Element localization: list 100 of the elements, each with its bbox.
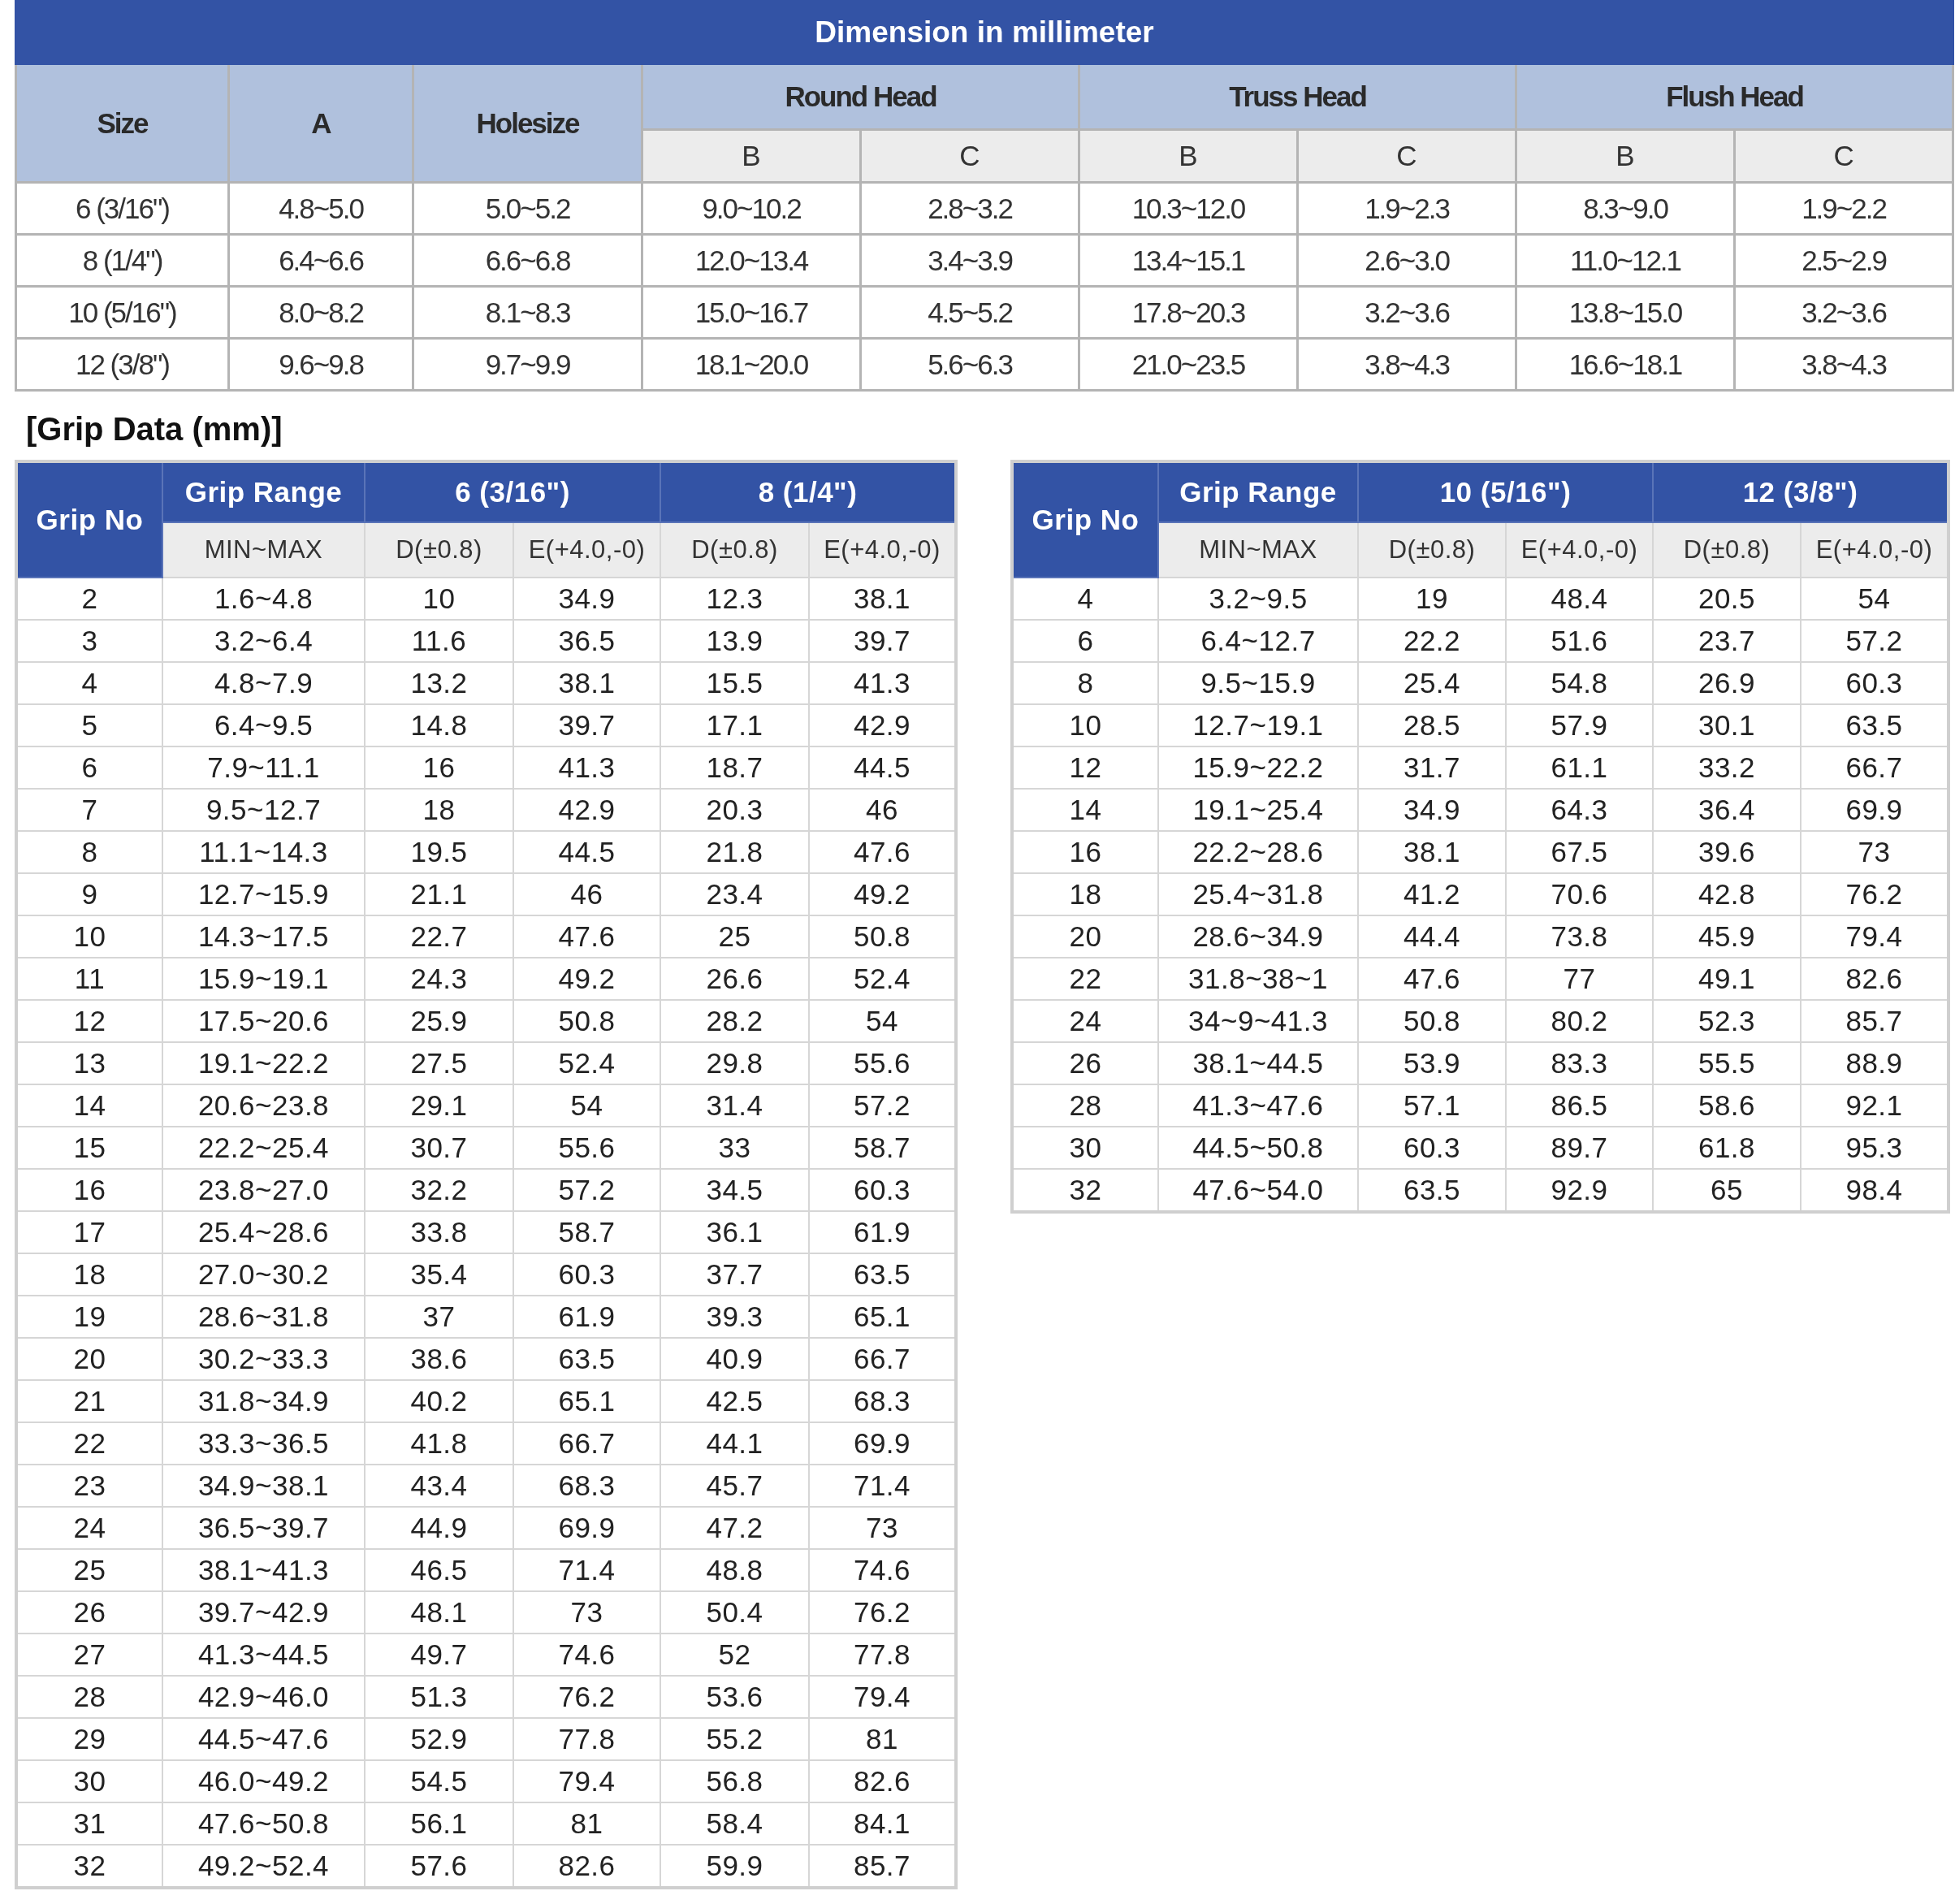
table-cell: 31.4 [660, 1084, 809, 1127]
table-cell: 52.4 [513, 1042, 660, 1084]
table-cell: 44.9 [365, 1507, 513, 1549]
table-cell: 13.2 [365, 662, 513, 704]
table-cell: 13.9 [660, 620, 809, 662]
table-cell: 5 [16, 704, 162, 746]
table-cell: 13.8~15.0 [1516, 286, 1735, 339]
table-cell: 52.9 [365, 1718, 513, 1760]
table-cell: 15.9~22.2 [1158, 746, 1358, 789]
table-cell: 19 [16, 1296, 162, 1338]
table-cell: 12 [16, 1000, 162, 1042]
table-cell: 21.1 [365, 873, 513, 915]
table-cell: 14 [1012, 789, 1158, 831]
table-cell: 74.6 [513, 1634, 660, 1676]
table-cell: 18.7 [660, 746, 809, 789]
table-cell: 68.3 [513, 1465, 660, 1507]
table-cell: 58.6 [1653, 1084, 1801, 1127]
table-cell: 28 [16, 1676, 162, 1718]
column-header: MIN~MAX [1158, 522, 1358, 578]
table-cell: 34.5 [660, 1169, 809, 1211]
table-cell: 17 [16, 1211, 162, 1253]
table-cell: 14.3~17.5 [162, 915, 365, 958]
table-cell: 44.5 [513, 831, 660, 873]
table-cell: 16 [365, 746, 513, 789]
table-cell: 21.0~23.5 [1079, 338, 1298, 391]
table-cell: 16 [16, 1169, 162, 1211]
table-cell: 4 [1012, 578, 1158, 620]
column-header: E(+4.0,-0) [1801, 522, 1949, 578]
table-cell: 41.3~47.6 [1158, 1084, 1358, 1127]
column-header: E(+4.0,-0) [809, 522, 956, 578]
table-cell: 3.2~6.4 [162, 620, 365, 662]
column-header: C [1734, 129, 1953, 183]
table-cell: 13 [16, 1042, 162, 1084]
table-cell: 39.7~42.9 [162, 1591, 365, 1634]
table-cell: 3.2~3.6 [1734, 286, 1953, 339]
table-cell: 48.1 [365, 1591, 513, 1634]
table-cell: 10 (5/16") [15, 286, 229, 339]
table-cell: 38.1 [513, 662, 660, 704]
table-cell: 2 [16, 578, 162, 620]
table-cell: 44.1 [660, 1422, 809, 1465]
table-cell: 42.9~46.0 [162, 1676, 365, 1718]
column-header: Grip Range [1158, 461, 1358, 522]
table-cell: 34.9 [1358, 789, 1506, 831]
table-cell: 9.5~15.9 [1158, 662, 1358, 704]
table-cell: 66.7 [513, 1422, 660, 1465]
table-cell: 27.5 [365, 1042, 513, 1084]
table-cell: 25.4 [1358, 662, 1506, 704]
table-cell: 57.1 [1358, 1084, 1506, 1127]
table-cell: 10 [1012, 704, 1158, 746]
table-cell: 12 [1012, 746, 1158, 789]
table-cell: 36.1 [660, 1211, 809, 1253]
table-cell: 6.4~6.6 [228, 234, 413, 287]
table-cell: 30 [16, 1760, 162, 1802]
column-header: C [860, 129, 1079, 183]
table-cell: 27.0~30.2 [162, 1253, 365, 1296]
table-cell: 89.7 [1506, 1127, 1653, 1169]
table-cell: 6 [1012, 620, 1158, 662]
table-cell: 56.8 [660, 1760, 809, 1802]
table-cell: 22.7 [365, 915, 513, 958]
section-title: [Grip Data (mm)] [25, 410, 283, 448]
table-title: Dimension in millimeter [15, 1, 1953, 64]
table-cell: 3.4~3.9 [860, 234, 1079, 287]
table-cell: 26.9 [1653, 662, 1801, 704]
table-cell: 42.5 [660, 1380, 809, 1422]
table-cell: 47.6 [1358, 958, 1506, 1000]
table-cell: 38.1~41.3 [162, 1549, 365, 1591]
table-cell: 12 (3/8") [15, 338, 229, 391]
table-cell: 24 [1012, 1000, 1158, 1042]
table-cell: 30.7 [365, 1127, 513, 1169]
table-cell: 3.2~3.6 [1297, 286, 1516, 339]
table-cell: 23.8~27.0 [162, 1169, 365, 1211]
table-cell: 18 [365, 789, 513, 831]
table-cell: 17.1 [660, 704, 809, 746]
column-header: B [642, 129, 861, 183]
table-cell: 9.5~12.7 [162, 789, 365, 831]
column-header: D(±0.8) [365, 522, 513, 578]
table-cell: 54.5 [365, 1760, 513, 1802]
table-cell: 25 [660, 915, 809, 958]
table-cell: 4.8~7.9 [162, 662, 365, 704]
table-cell: 24 [16, 1507, 162, 1549]
table-cell: 86.5 [1506, 1084, 1653, 1127]
table-cell: 50.8 [1358, 1000, 1506, 1042]
table-cell: 38.1~44.5 [1158, 1042, 1358, 1084]
table-cell: 48.8 [660, 1549, 809, 1591]
group-header: Flush Head [1516, 63, 1953, 130]
column-header: Grip No [16, 461, 162, 578]
table-cell: 83.3 [1506, 1042, 1653, 1084]
group-header: 10 (5/16") [1358, 461, 1653, 522]
column-header: E(+4.0,-0) [1506, 522, 1653, 578]
table-cell: 15 [16, 1127, 162, 1169]
table-cell: 51.6 [1506, 620, 1653, 662]
table-cell: 41.2 [1358, 873, 1506, 915]
table-cell: 14.8 [365, 704, 513, 746]
table-cell: 61.8 [1653, 1127, 1801, 1169]
table-cell: 18.1~20.0 [642, 338, 861, 391]
table-cell: 3.8~4.3 [1297, 338, 1516, 391]
table-cell: 53.6 [660, 1676, 809, 1718]
table-cell: 19.1~22.2 [162, 1042, 365, 1084]
table-cell: 36.5 [513, 620, 660, 662]
table-cell: 26 [1012, 1042, 1158, 1084]
